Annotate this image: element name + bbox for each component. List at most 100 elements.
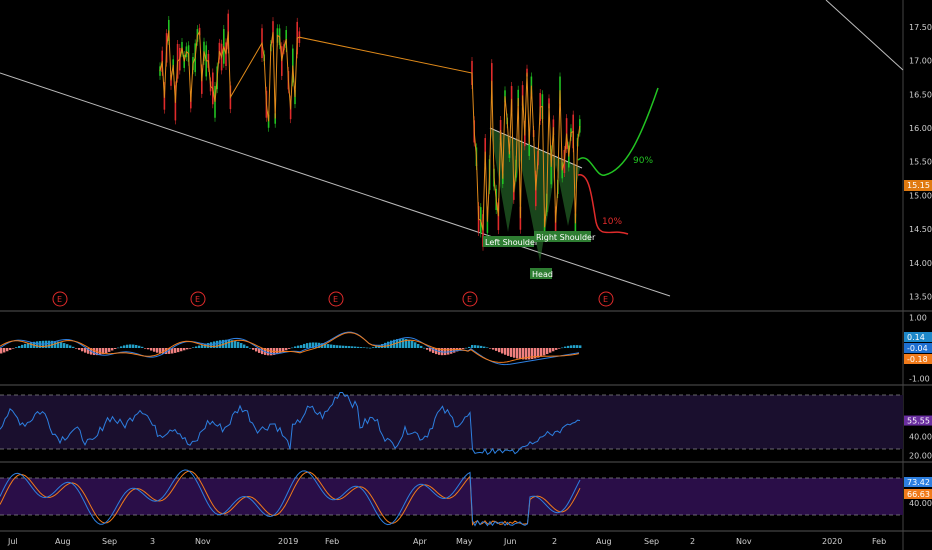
price-tick-label: 17.50 — [909, 23, 932, 32]
macd-hist-bar — [192, 347, 195, 348]
macd-hist-bar — [489, 348, 492, 349]
macd-hist-bar — [60, 342, 63, 348]
macd-hist-bar — [360, 347, 363, 348]
macd-hist-bar — [69, 345, 72, 348]
stoch-band-fill — [0, 478, 903, 515]
price-tick-label: 16.00 — [909, 124, 932, 133]
stoch-axis: 40.00 73.42 66.63 — [904, 477, 932, 508]
macd-hist-bar — [570, 345, 573, 348]
time-tick-label: Jun — [503, 537, 517, 546]
macd-hist-bar — [198, 345, 201, 348]
macd-hist-bar — [486, 347, 489, 349]
macd-hist-bar — [552, 348, 555, 352]
rsi-axis: 40.00 20.00 55.55 — [904, 415, 932, 460]
macd-hist-bar — [519, 348, 522, 360]
macd-hist-bar — [408, 339, 411, 348]
macd-hist-bar — [354, 346, 357, 348]
macd-value-tag: -0.04 — [907, 344, 928, 353]
macd-hist-bar — [501, 348, 504, 354]
stoch-d-tag: 66.63 — [907, 490, 930, 499]
macd-hist-bar — [567, 345, 570, 348]
macd-hist-bar — [279, 348, 282, 354]
price-tick-label: 14.00 — [909, 259, 932, 268]
macd-hist-bar — [150, 348, 153, 351]
macd-value-tag: 0.14 — [907, 333, 925, 342]
macd-hist-bar — [153, 348, 156, 352]
macd-hist-bar — [420, 345, 423, 348]
macd-hist-bar — [333, 344, 336, 348]
macd-hist-bar — [564, 346, 567, 348]
time-tick-label: 2020 — [822, 537, 842, 546]
macd-hist-bar — [366, 347, 369, 349]
earnings-marker-label: E — [195, 295, 200, 304]
macd-hist-bar — [471, 344, 474, 348]
macd-hist-bar — [0, 348, 3, 354]
time-tick-label: Nov — [736, 537, 752, 546]
macd-hist-bar — [24, 343, 27, 348]
time-tick-label: Feb — [325, 537, 339, 546]
macd-hist-bar — [75, 348, 78, 349]
earnings-marker-label: E — [603, 295, 608, 304]
macd-hist-bar — [210, 342, 213, 348]
macd-hist-bar — [351, 346, 354, 348]
macd-hist-bar — [228, 339, 231, 348]
macd-hist-bar — [63, 343, 66, 348]
macd-hist-bar — [555, 348, 558, 350]
price-tick-label: 15.00 — [909, 191, 932, 200]
macd-hist-bar — [348, 346, 351, 348]
macd-tick-label: 1.00 — [909, 314, 927, 323]
macd-hist-bar — [117, 347, 120, 349]
macd-hist-bar — [195, 346, 198, 348]
macd-hist-bar — [111, 348, 114, 351]
macd-hist-bar — [267, 348, 270, 356]
earnings-marker-label: E — [57, 295, 62, 304]
macd-hist-bar — [180, 348, 183, 352]
macd-hist-bar — [480, 345, 483, 348]
macd-hist-bar — [303, 343, 306, 348]
earnings-marker-label: E — [333, 295, 338, 304]
macd-hist-bar — [576, 345, 579, 348]
macd-hist-bar — [498, 348, 501, 353]
price-tick-label: 15.50 — [909, 158, 932, 167]
stoch-k-tag: 73.42 — [907, 478, 930, 487]
macd-hist-bar — [114, 348, 117, 350]
macd-hist-bar — [252, 348, 255, 350]
macd-hist-bar — [126, 344, 129, 348]
time-tick-label: Aug — [55, 537, 71, 546]
time-tick-label: Jul — [7, 537, 18, 546]
macd-hist-bar — [216, 340, 219, 348]
macd-hist-bar — [330, 344, 333, 348]
macd-hist-bar — [105, 348, 108, 354]
macd-hist-bar — [72, 346, 75, 348]
macd-hist-bar — [477, 345, 480, 348]
price-tick-label: 16.50 — [909, 90, 932, 99]
time-tick-label: Feb — [872, 537, 886, 546]
time-tick-label: Sep — [644, 537, 659, 546]
macd-hist-bar — [36, 341, 39, 348]
macd-hist-bar — [48, 340, 51, 348]
macd-hist-bar — [465, 347, 468, 349]
macd-hist-bar — [579, 345, 582, 348]
macd-hist-bar — [177, 348, 180, 353]
macd-hist-bar — [342, 345, 345, 348]
macd-hist-bar — [6, 348, 9, 352]
macd-hist-bar — [546, 348, 549, 355]
chart-canvas: 90% 10% Left Shoulder Right Shoulder Hea… — [0, 0, 932, 550]
macd-hist-bar — [66, 344, 69, 348]
chart-background — [0, 0, 932, 550]
last-price-tag: 15.15 — [907, 181, 930, 190]
macd-hist-bar — [9, 348, 12, 350]
macd-hist-bar — [423, 347, 426, 349]
macd-hist-bar — [540, 348, 543, 357]
macd-hist-bar — [243, 344, 246, 348]
macd-hist-bar — [132, 344, 135, 348]
macd-hist-bar — [561, 347, 564, 349]
macd-hist-bar — [357, 346, 360, 348]
macd-hist-bar — [495, 348, 498, 351]
time-tick-label: Apr — [413, 537, 428, 546]
rsi-tick-label: 40.00 — [909, 432, 932, 441]
macd-hist-bar — [402, 338, 405, 348]
time-tick-label: 3 — [150, 537, 155, 546]
price-tick-label: 13.50 — [909, 293, 932, 302]
macd-hist-bar — [249, 347, 252, 349]
